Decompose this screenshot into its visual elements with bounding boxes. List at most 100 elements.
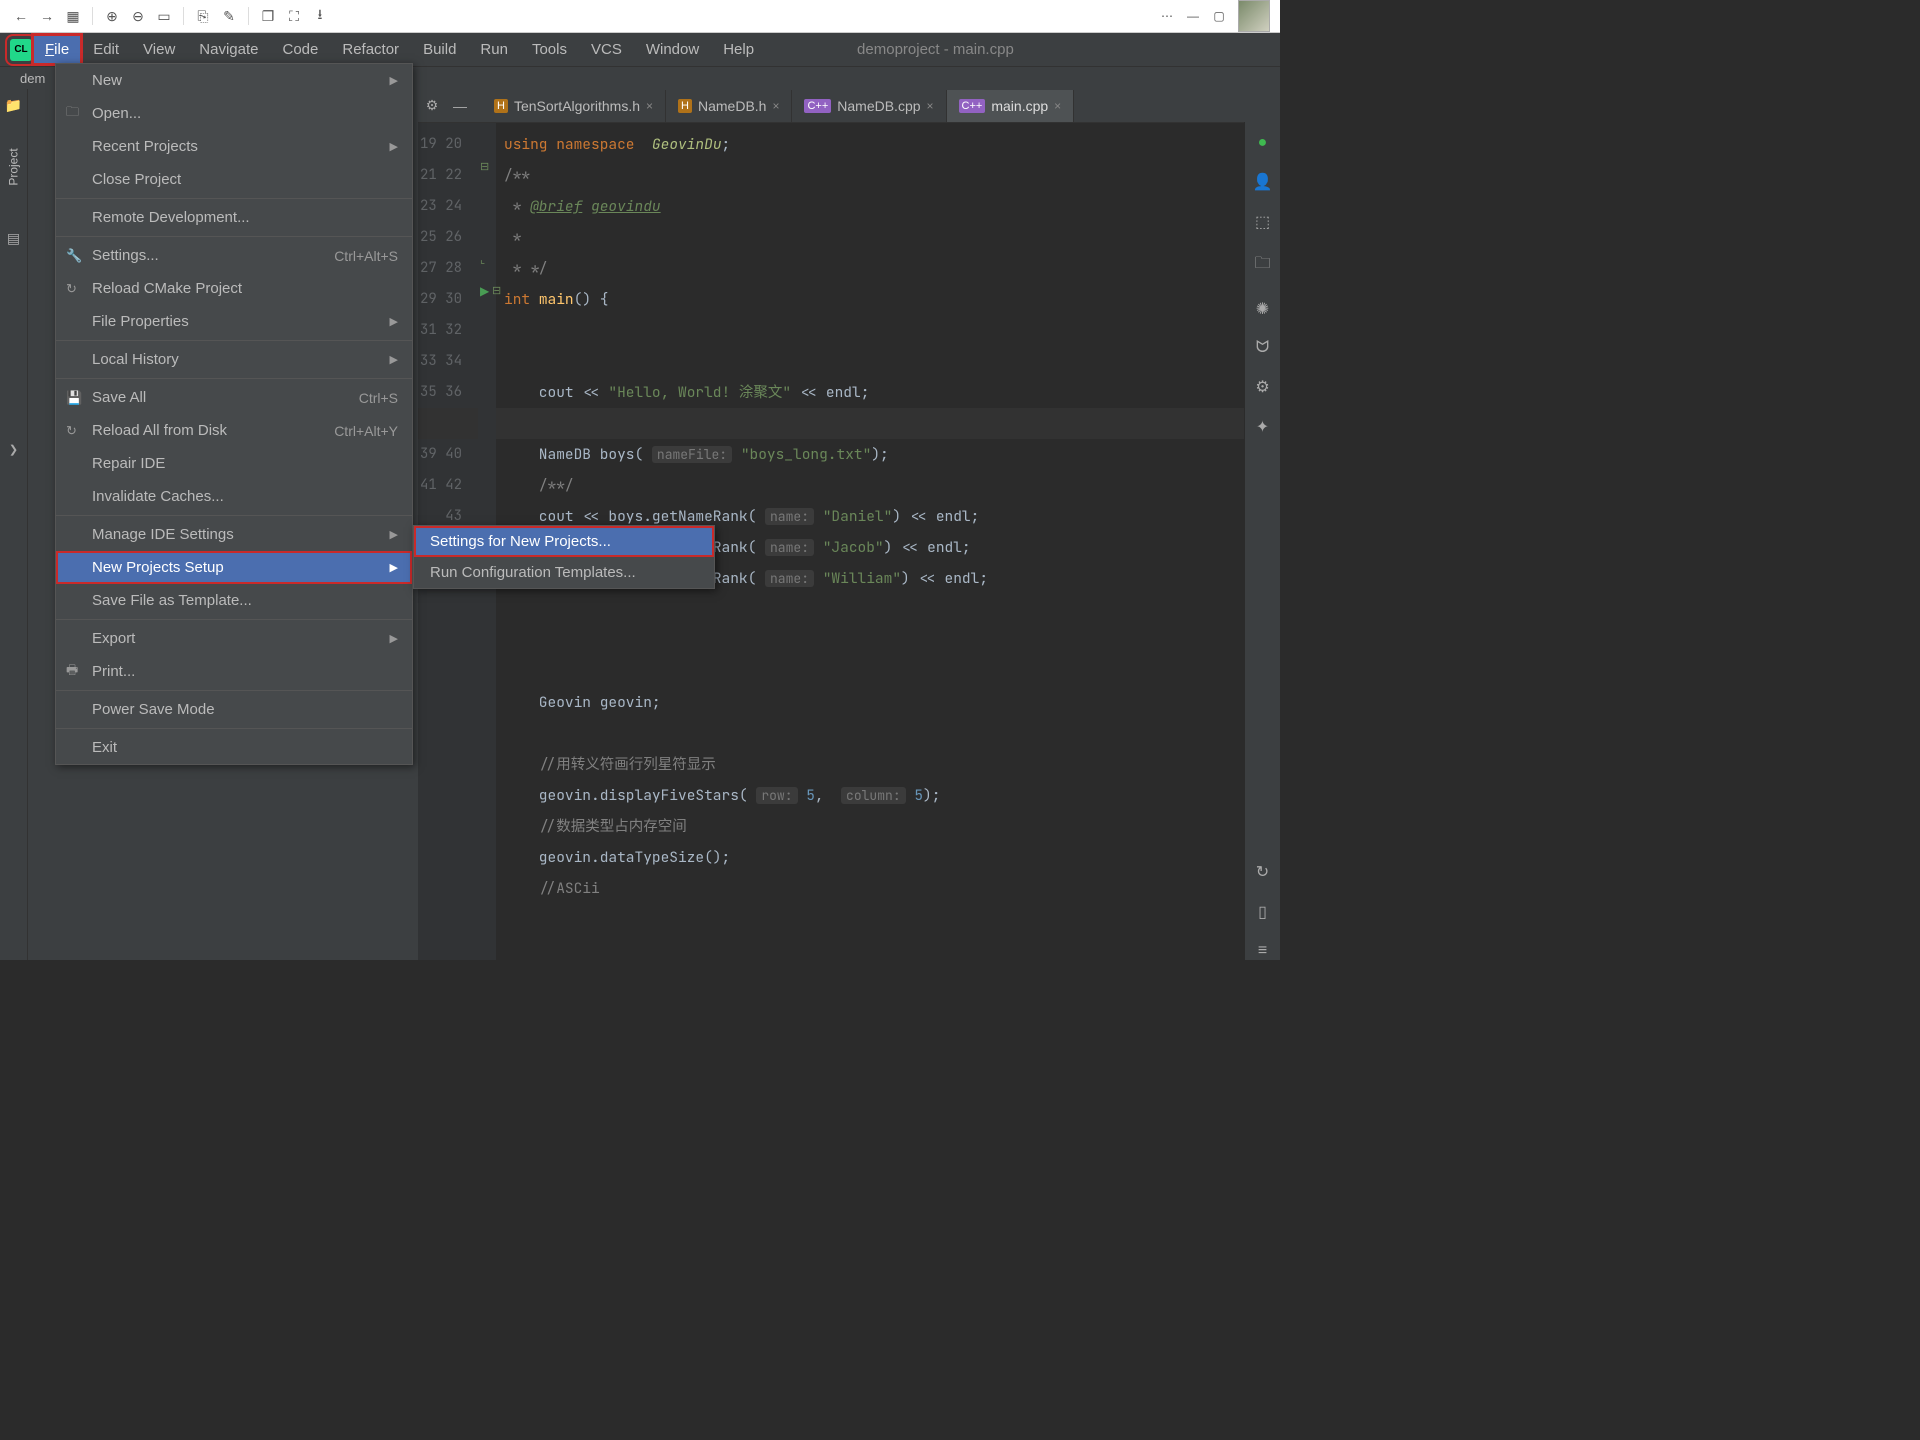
menu-tools[interactable]: Tools <box>521 36 578 63</box>
project-tool-label[interactable]: Project <box>7 148 21 185</box>
menu-save-all[interactable]: 💾Save AllCtrl+S <box>56 381 412 414</box>
person-icon[interactable]: 👤 <box>1253 172 1273 192</box>
tab-label: TenSortAlgorithms.h <box>514 98 640 114</box>
list-icon[interactable]: ≡ <box>1258 942 1267 960</box>
menu-settings[interactable]: 🔧Settings...Ctrl+Alt+S <box>56 239 412 272</box>
tab-label: NameDB.cpp <box>837 98 920 114</box>
menu-file-properties[interactable]: File Properties▶ <box>56 305 412 338</box>
tab-label: main.cpp <box>991 98 1048 114</box>
fold-icon[interactable]: ⊟ <box>492 284 501 297</box>
spark-icon[interactable]: ✦ <box>1256 417 1269 437</box>
editor-tabs-row: ⚙ — HTenSortAlgorithms.h× HNameDB.h× C++… <box>418 89 1244 123</box>
menu-code[interactable]: Code <box>272 36 330 63</box>
breadcrumb-text: dem <box>20 71 45 86</box>
clion-icon: CL <box>10 39 32 61</box>
close-icon[interactable]: × <box>927 99 934 113</box>
reload-icon: ↻ <box>66 281 77 297</box>
collapse-icon[interactable]: ❯ <box>9 443 18 456</box>
edit-icon[interactable]: ✎ <box>218 5 240 27</box>
menu-save-template[interactable]: Save File as Template... <box>56 584 412 617</box>
close-icon[interactable]: × <box>772 99 779 113</box>
aperture-icon[interactable]: ✺ <box>1256 299 1269 319</box>
hide-icon[interactable]: — <box>446 98 474 114</box>
menu-reload-disk[interactable]: ↻Reload All from DiskCtrl+Alt+Y <box>56 414 412 447</box>
browser-toolbar: ← → ▦ ⊕ ⊖ ▭ ⎘ ✎ ❐ ⛶ ⭳ ⋯ — ▢ <box>0 0 1280 33</box>
device-icon[interactable]: ▯ <box>1258 902 1267 922</box>
close-icon[interactable]: × <box>1054 99 1061 113</box>
menu-invalidate-caches[interactable]: Invalidate Caches... <box>56 480 412 513</box>
run-gutter-icon[interactable]: ▶ <box>480 284 489 298</box>
menu-reload-cmake[interactable]: ↻Reload CMake Project <box>56 272 412 305</box>
cube-icon[interactable]: ⬚ <box>1255 212 1270 232</box>
menu-file[interactable]: File <box>34 36 80 63</box>
tab-namedb-cpp[interactable]: C++NameDB.cpp× <box>792 90 946 122</box>
save-icon: 💾 <box>66 390 82 406</box>
new-projects-submenu: Settings for New Projects... Run Configu… <box>413 525 715 589</box>
menu-view[interactable]: View <box>132 36 186 63</box>
menu-build[interactable]: Build <box>412 36 467 63</box>
menu-open[interactable]: 🗀Open... <box>56 97 412 130</box>
wrench-icon: 🔧 <box>66 248 82 264</box>
menu-export[interactable]: Export▶ <box>56 622 412 655</box>
menu-exit[interactable]: Exit <box>56 731 412 764</box>
zoom-out-icon[interactable]: ⊖ <box>127 5 149 27</box>
menu-edit[interactable]: Edit <box>82 36 130 63</box>
menu-navigate[interactable]: Navigate <box>188 36 269 63</box>
settings-icon[interactable]: ⚙ <box>1255 377 1269 397</box>
menu-power-save[interactable]: Power Save Mode <box>56 693 412 726</box>
menu-print[interactable]: 🖶Print... <box>56 655 412 688</box>
folder-icon[interactable]: 🗀 <box>1254 252 1270 279</box>
fold-icon[interactable]: ⊟ <box>480 160 489 173</box>
menu-manage-ide-settings[interactable]: Manage IDE Settings▶ <box>56 518 412 551</box>
tab-main-cpp[interactable]: C++main.cpp× <box>947 90 1075 122</box>
menu-new-projects-setup[interactable]: New Projects Setup▶ <box>56 551 412 584</box>
menu-refactor[interactable]: Refactor <box>331 36 410 63</box>
menu-help[interactable]: Help <box>712 36 765 63</box>
menu-window[interactable]: Window <box>635 36 710 63</box>
print-icon: 🖶 <box>66 661 78 683</box>
apps-icon[interactable]: ▦ <box>62 5 84 27</box>
submenu-settings-new-projects[interactable]: Settings for New Projects... <box>414 526 714 557</box>
tab-namedb-h[interactable]: HNameDB.h× <box>666 90 792 122</box>
butterfly-icon[interactable]: ᗢ <box>1256 339 1269 357</box>
folder-icon: 🗀 <box>66 103 79 125</box>
fold-icon[interactable]: ⌞ <box>480 253 485 266</box>
menubar: CL File Edit View Navigate Code Refactor… <box>0 33 1280 66</box>
editor-tabs: HTenSortAlgorithms.h× HNameDB.h× C++Name… <box>482 89 1074 123</box>
sync-icon[interactable]: ↻ <box>1256 862 1269 882</box>
gear-icon[interactable]: ⚙ <box>418 97 446 114</box>
download-icon[interactable]: ⭳ <box>309 5 331 27</box>
maximize-icon[interactable]: ▢ <box>1208 5 1230 27</box>
tab-tensort[interactable]: HTenSortAlgorithms.h× <box>482 90 666 122</box>
tab-label: NameDB.h <box>698 98 766 114</box>
avatar[interactable] <box>1238 0 1270 32</box>
menu-run[interactable]: Run <box>469 36 519 63</box>
menu-vcs[interactable]: VCS <box>580 36 633 63</box>
reload-icon: ↻ <box>66 423 77 439</box>
structure-icon[interactable]: ▤ <box>7 230 20 247</box>
close-icon[interactable]: × <box>646 99 653 113</box>
menu-new[interactable]: New▶ <box>56 64 412 97</box>
fullscreen-icon[interactable]: ⛶ <box>283 5 305 27</box>
right-tool-stripe: ● 👤 ⬚ 🗀 ✺ ᗢ ⚙ ✦ ↻ ▯ ≡ <box>1244 122 1280 960</box>
menu-repair-ide[interactable]: Repair IDE <box>56 447 412 480</box>
project-icon[interactable]: 📁 <box>5 97 22 114</box>
menu-recent-projects[interactable]: Recent Projects▶ <box>56 130 412 163</box>
windows-icon[interactable]: ❐ <box>257 5 279 27</box>
menu-local-history[interactable]: Local History▶ <box>56 343 412 376</box>
current-line-highlight <box>418 408 1244 439</box>
copy-icon[interactable]: ⎘ <box>192 5 214 27</box>
zoom-in-icon[interactable]: ⊕ <box>101 5 123 27</box>
fit-icon[interactable]: ▭ <box>153 5 175 27</box>
submenu-run-config-templates[interactable]: Run Configuration Templates... <box>414 557 714 588</box>
left-tool-stripe: 📁 Project ▤ ❯ <box>0 89 28 960</box>
menu-close-project[interactable]: Close Project <box>56 163 412 196</box>
menu-remote-dev[interactable]: Remote Development... <box>56 201 412 234</box>
more-icon[interactable]: ⋯ <box>1156 5 1178 27</box>
forward-icon[interactable]: → <box>36 5 58 27</box>
window-title: demoproject - main.cpp <box>857 41 1014 58</box>
minimize-icon[interactable]: — <box>1182 5 1204 27</box>
chat-icon[interactable]: ● <box>1258 134 1268 152</box>
back-icon[interactable]: ← <box>10 5 32 27</box>
file-menu-dropdown: New▶ 🗀Open... Recent Projects▶ Close Pro… <box>55 63 413 765</box>
